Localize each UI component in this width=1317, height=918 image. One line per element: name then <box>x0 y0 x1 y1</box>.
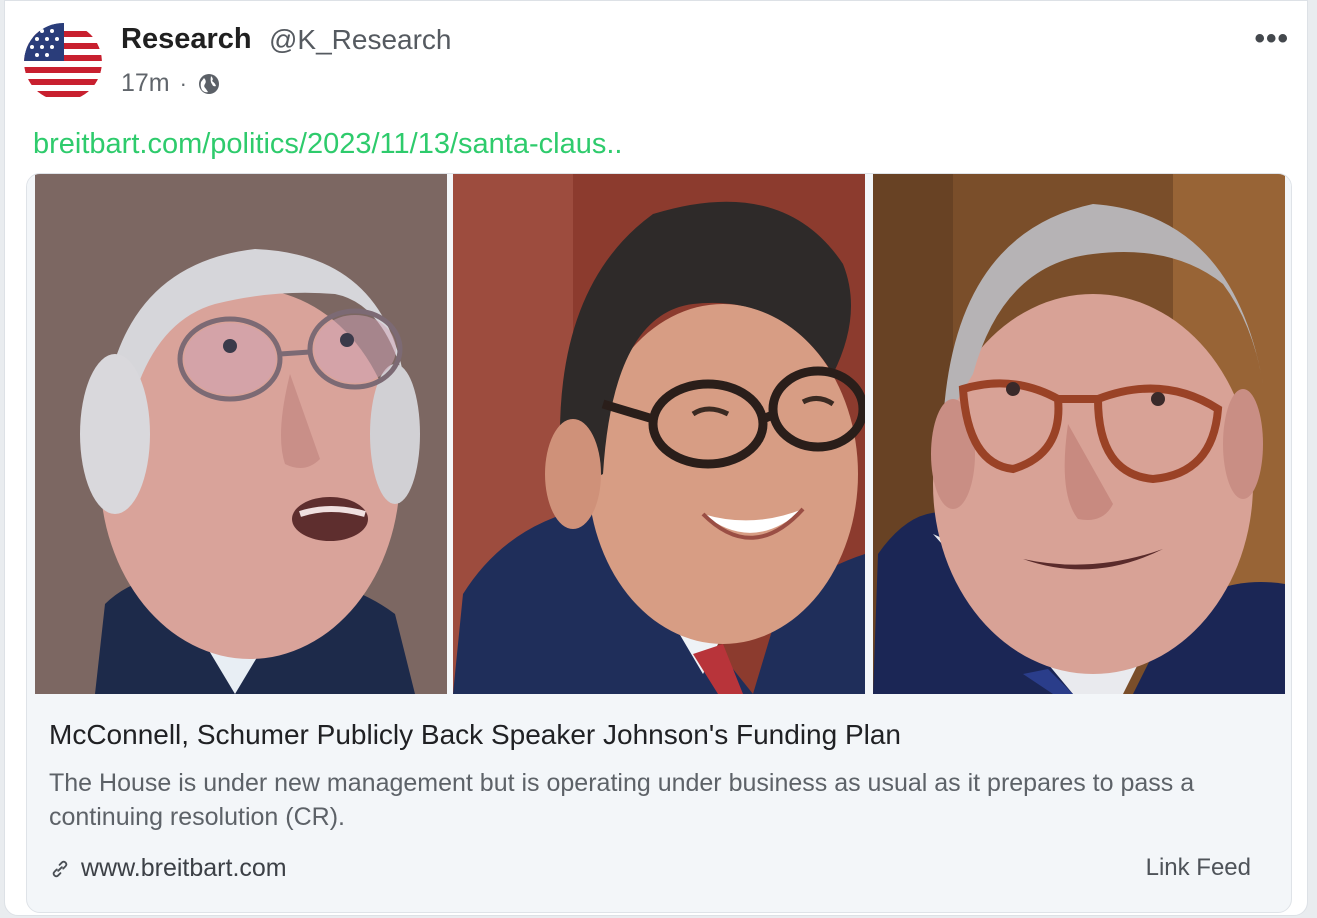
card-domain-text: www.breitbart.com <box>81 854 287 882</box>
photo-panel-right <box>873 174 1285 694</box>
link-feed-button[interactable]: Link Feed <box>1146 854 1251 882</box>
author-name[interactable]: Research <box>121 23 252 56</box>
more-options-button[interactable]: ••• <box>1254 24 1289 54</box>
avatar[interactable] <box>24 23 102 101</box>
post-time[interactable]: 17m <box>121 69 170 98</box>
post-card: Research @K_Research 17m · ••• breitbart… <box>4 0 1308 916</box>
photo-panel-left <box>35 174 447 694</box>
photo-panel-center <box>453 174 865 694</box>
meta-separator: · <box>179 70 187 96</box>
preview-image <box>27 174 1291 697</box>
post-link[interactable]: breitbart.com/politics/2023/11/13/santa-… <box>33 128 622 161</box>
globe-icon <box>198 73 219 94</box>
link-icon <box>52 860 68 877</box>
link-preview-card[interactable]: McConnell, Schumer Publicly Back Speaker… <box>26 173 1292 913</box>
card-title[interactable]: McConnell, Schumer Publicly Back Speaker… <box>49 719 901 751</box>
us-flag-icon <box>24 23 102 101</box>
post-meta: 17m · <box>121 69 221 98</box>
card-description: The House is under new management but is… <box>49 769 1195 831</box>
author-handle[interactable]: @K_Research <box>269 24 452 56</box>
card-domain[interactable]: www.breitbart.com <box>49 854 287 883</box>
